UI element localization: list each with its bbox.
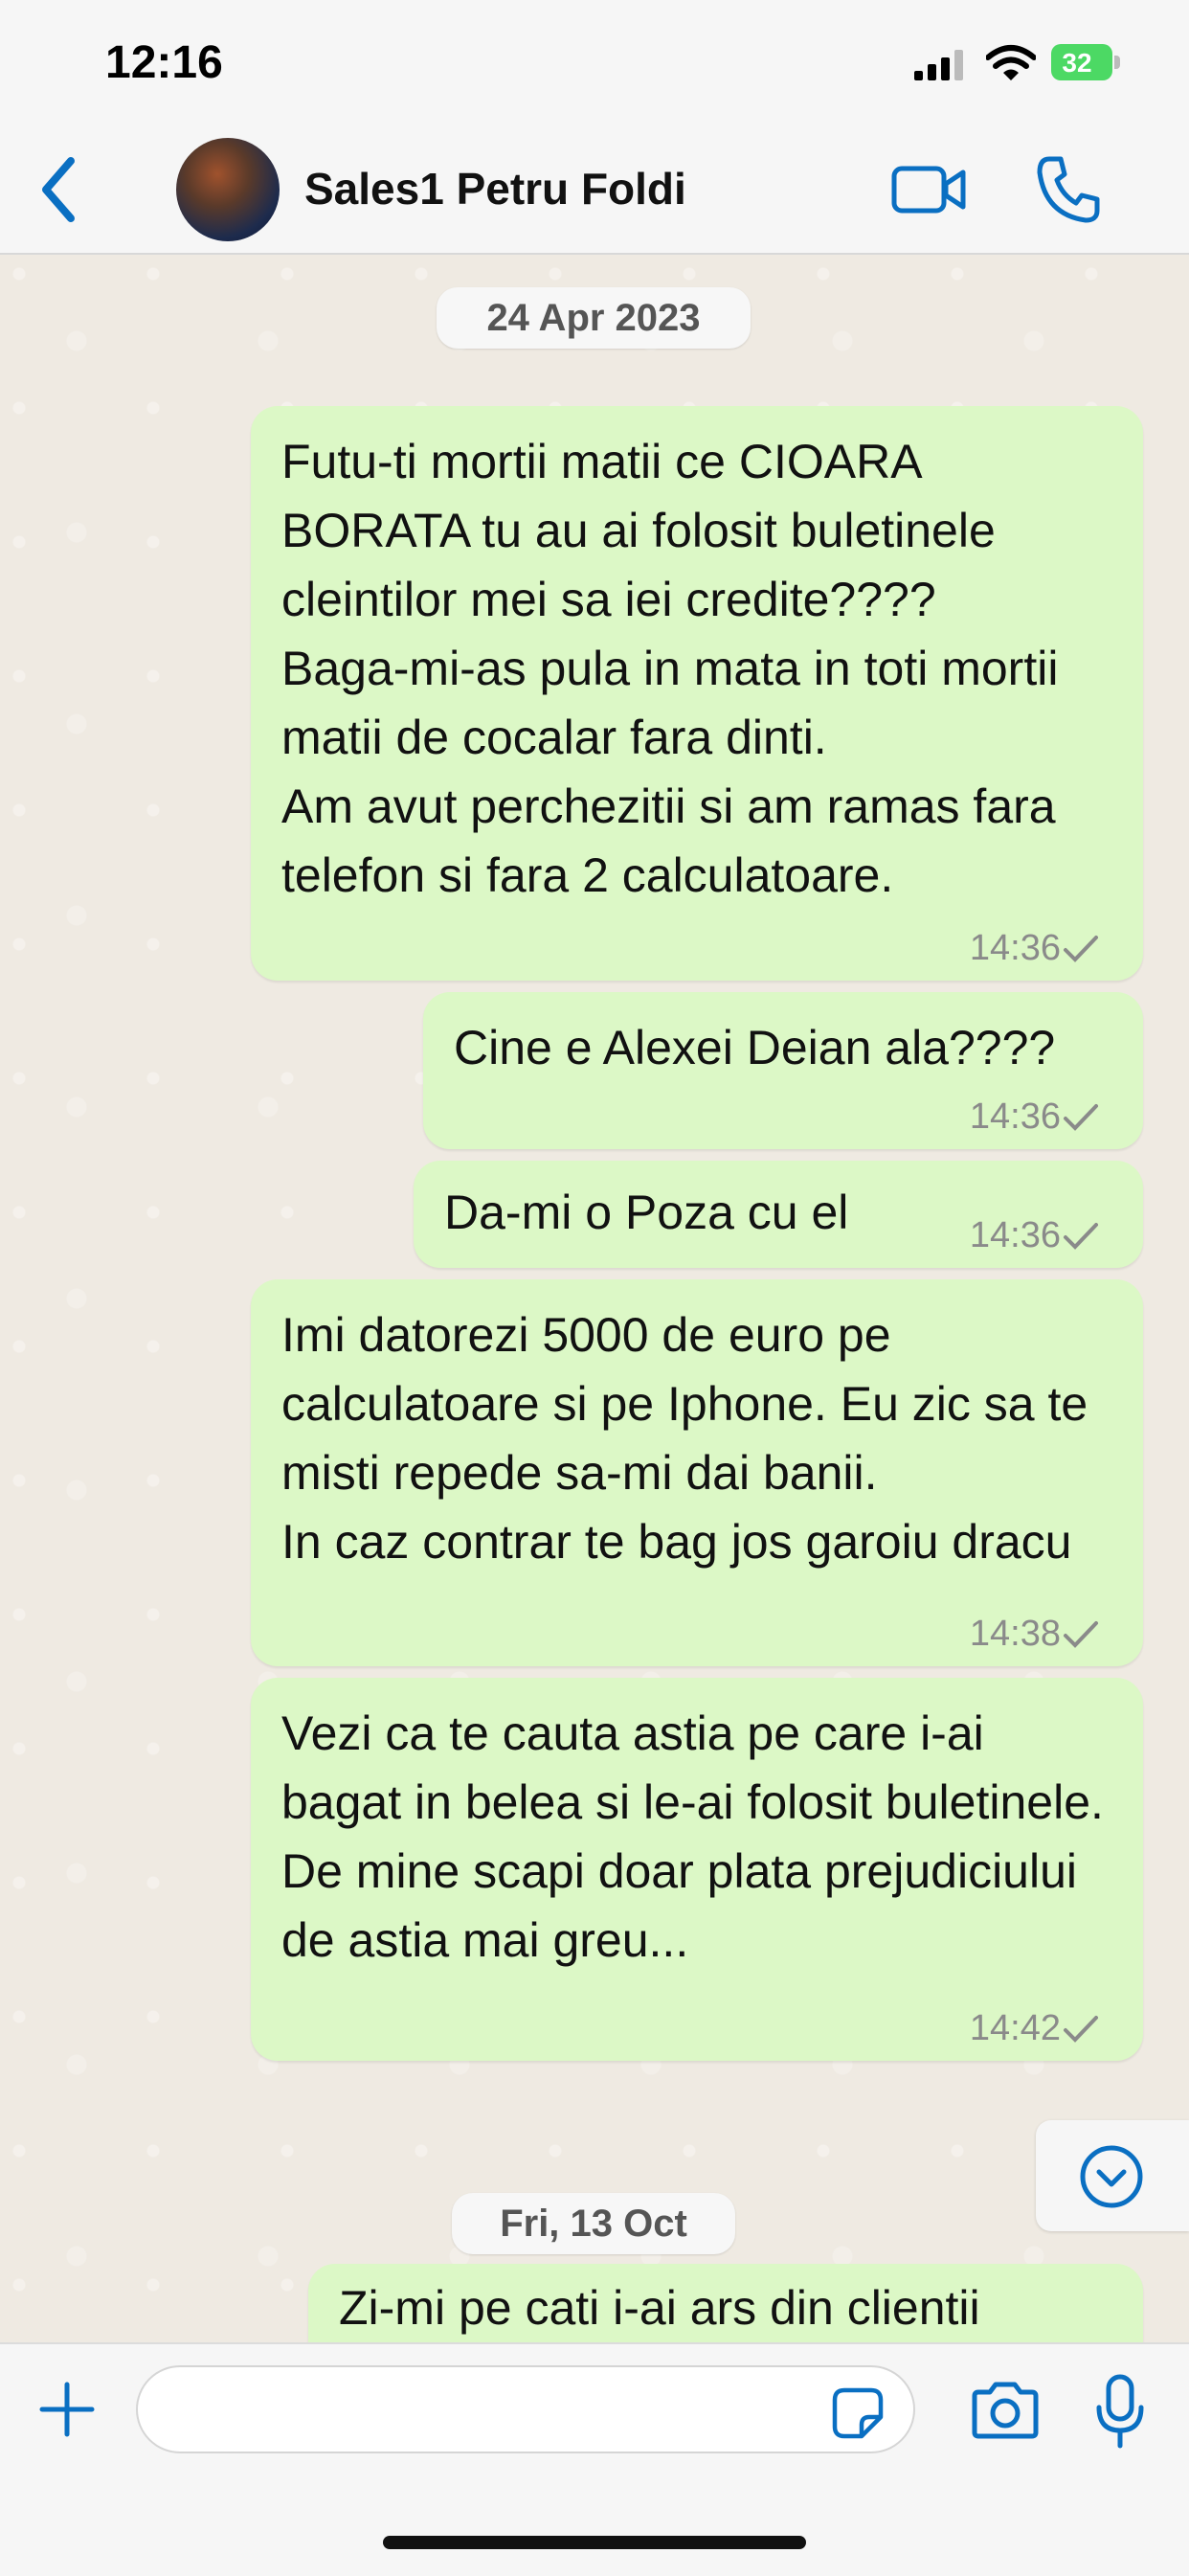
message-text: Cine e Alexei Deian ala???? bbox=[454, 1021, 1056, 1074]
home-indicator[interactable] bbox=[383, 2536, 806, 2549]
input-bar bbox=[0, 2342, 1189, 2576]
status-bar: 12:16 32 bbox=[0, 0, 1189, 124]
sticker-icon[interactable] bbox=[831, 2386, 885, 2440]
message-bubble[interactable]: Futu-ti mortii matii ce CIOARA BORATA tu… bbox=[251, 406, 1143, 981]
signal-icon bbox=[914, 50, 963, 80]
message-meta: 14:36 bbox=[969, 1215, 1098, 1256]
microphone-icon[interactable] bbox=[1093, 2373, 1147, 2450]
message-bubble[interactable]: Cine e Alexei Deian ala???? 14:36 bbox=[423, 992, 1143, 1149]
back-icon[interactable] bbox=[34, 151, 82, 228]
check-icon bbox=[1064, 2016, 1098, 2043]
plus-icon[interactable] bbox=[36, 2379, 98, 2440]
contact-name[interactable]: Sales1 Petru Foldi bbox=[304, 163, 686, 215]
message-text: Imi datorezi 5000 de euro pe calculatoar… bbox=[281, 1308, 1088, 1569]
message-bubble[interactable]: Da-mi o Poza cu el 14:36 bbox=[414, 1161, 1143, 1268]
message-time: 14:36 bbox=[969, 1096, 1061, 1137]
camera-icon[interactable] bbox=[969, 2381, 1042, 2440]
chat-area[interactable]: 24 Apr 2023 Futu-ti mortii matii ce CIOA… bbox=[0, 255, 1189, 2342]
battery-icon: 32 bbox=[1051, 44, 1122, 82]
status-time: 12:16 bbox=[105, 37, 223, 88]
message-text: Vezi ca te cauta astia pe care i-ai baga… bbox=[281, 1706, 1117, 1967]
message-input[interactable] bbox=[136, 2365, 915, 2453]
scroll-to-bottom-button[interactable] bbox=[1036, 2120, 1189, 2231]
message-time: 14:36 bbox=[969, 1215, 1061, 1255]
message-text: Futu-ti mortii matii ce CIOARA BORATA tu… bbox=[281, 435, 1059, 902]
message-meta: 14:36 bbox=[969, 1096, 1098, 1138]
video-call-icon[interactable] bbox=[890, 161, 967, 218]
chat-header: Sales1 Petru Foldi bbox=[0, 124, 1189, 255]
message-bubble[interactable]: Imi datorezi 5000 de euro pe calculatoar… bbox=[251, 1279, 1143, 1666]
check-icon bbox=[1064, 936, 1098, 962]
message-time: 14:36 bbox=[969, 928, 1061, 968]
check-icon bbox=[1064, 1621, 1098, 1648]
date-separator: Fri, 13 Oct bbox=[452, 2193, 735, 2254]
message-time: 14:38 bbox=[969, 1614, 1061, 1654]
chevron-down-icon bbox=[1080, 2145, 1143, 2208]
avatar[interactable] bbox=[176, 138, 280, 241]
message-time: 14:42 bbox=[969, 2008, 1061, 2048]
battery-level: 32 bbox=[1062, 48, 1092, 78]
message-meta: 14:38 bbox=[969, 1614, 1098, 1655]
date-separator: 24 Apr 2023 bbox=[437, 287, 751, 349]
message-bubble[interactable]: Vezi ca te cauta astia pe care i-ai baga… bbox=[251, 1678, 1143, 2061]
message-bubble[interactable]: Zi-mi pe cati i-ai ars din clientii bbox=[308, 2264, 1143, 2342]
message-meta: 14:42 bbox=[969, 2008, 1098, 2049]
check-icon bbox=[1064, 1104, 1098, 1131]
message-meta: 14:36 bbox=[969, 928, 1098, 969]
phone-icon[interactable] bbox=[1034, 153, 1101, 226]
check-icon bbox=[1064, 1223, 1098, 1250]
wifi-icon bbox=[986, 45, 1036, 80]
message-text: Zi-mi pe cati i-ai ars din clientii bbox=[339, 2281, 980, 2335]
